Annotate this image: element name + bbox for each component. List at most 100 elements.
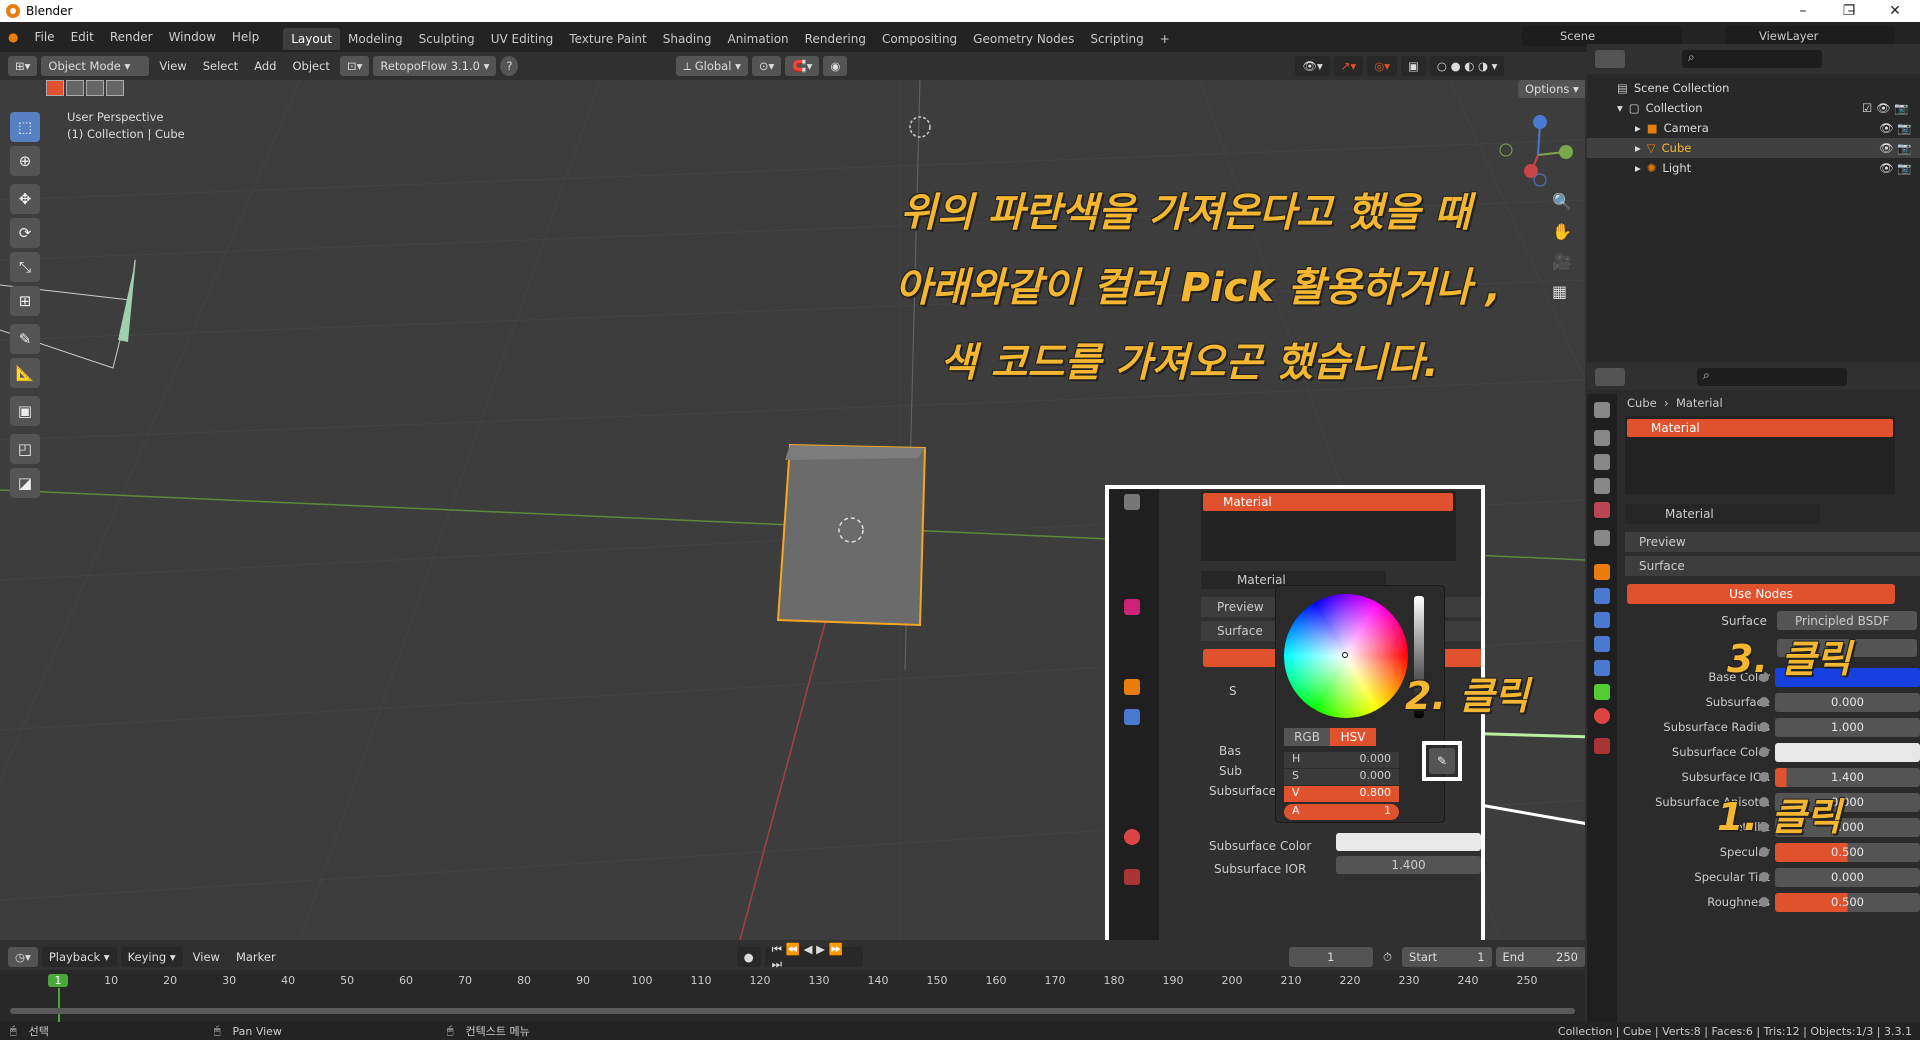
menu-view[interactable]: View bbox=[153, 59, 192, 73]
record-button[interactable]: ● bbox=[736, 947, 761, 967]
outliner-item-camera[interactable]: ▸ ■ Camera 👁 📷 bbox=[1587, 118, 1920, 138]
h-field[interactable]: H 0.000 bbox=[1284, 752, 1399, 768]
current-frame-field[interactable]: 1 bbox=[1288, 947, 1374, 967]
v-field[interactable]: V 0.800 bbox=[1284, 786, 1399, 802]
material-slot[interactable]: Material bbox=[1627, 419, 1893, 437]
timeline-editor-type[interactable]: ◷▾ bbox=[8, 947, 38, 967]
tab-rendering[interactable]: Rendering bbox=[797, 28, 874, 50]
playback-menu[interactable]: Playback ▾ bbox=[41, 947, 117, 967]
outliner-editor-type[interactable] bbox=[1595, 50, 1625, 68]
timeline-marker-menu[interactable]: Marker bbox=[230, 950, 282, 964]
outliner-scene-collection[interactable]: ▤ Scene Collection bbox=[1587, 78, 1920, 98]
property-field[interactable]: 1.000 bbox=[1775, 717, 1920, 737]
orientation-dropdown[interactable]: ⟂ Global ▾ bbox=[676, 56, 748, 76]
tab-uv-editing[interactable]: UV Editing bbox=[483, 28, 562, 50]
rotate-tool[interactable]: ⟳ bbox=[10, 218, 40, 248]
tab-scripting[interactable]: Scripting bbox=[1082, 28, 1151, 50]
world-tab-icon[interactable] bbox=[1594, 530, 1610, 546]
inset-material-slot[interactable]: Material bbox=[1203, 493, 1453, 511]
retopo-tool-2[interactable]: ◪ bbox=[10, 468, 40, 498]
socket-dot-icon[interactable] bbox=[1759, 772, 1769, 782]
blender-menu-icon[interactable]: ● bbox=[0, 22, 26, 52]
use-nodes-button[interactable]: Use Nodes bbox=[1627, 584, 1895, 604]
playback-controls[interactable]: ⏮ ⏪ ◀ ▶ ⏩ ⏭ bbox=[764, 942, 864, 971]
data-tab-icon[interactable] bbox=[1594, 684, 1610, 700]
tab-shading[interactable]: Shading bbox=[655, 28, 720, 50]
color-wheel[interactable] bbox=[1284, 594, 1408, 718]
transform-icon[interactable]: ⊡▾ bbox=[339, 56, 370, 76]
tab-layout[interactable]: Layout bbox=[283, 28, 341, 50]
tab-geometry-nodes[interactable]: Geometry Nodes bbox=[965, 28, 1082, 50]
ortho-grid-icon[interactable]: ▦ bbox=[1552, 282, 1567, 301]
mode-dropdown[interactable]: Object Mode ▾ bbox=[41, 56, 150, 76]
socket-dot-icon[interactable] bbox=[1759, 847, 1769, 857]
zoom-icon[interactable]: 🔍 bbox=[1552, 192, 1572, 211]
props-editor-type[interactable] bbox=[1595, 368, 1625, 386]
outliner-item-light[interactable]: ▸ ✺ Light 👁 📷 bbox=[1587, 158, 1920, 178]
minimize-button-2[interactable]: – bbox=[1780, 0, 1826, 22]
xray-icon[interactable]: ▣ bbox=[1401, 56, 1426, 76]
tab-compositing[interactable]: Compositing bbox=[874, 28, 965, 50]
view-layer-tab-icon[interactable] bbox=[1594, 478, 1610, 494]
outliner-item-cube[interactable]: ▸ ▽ Cube 👁 📷 bbox=[1587, 138, 1920, 158]
modifier-tab-icon[interactable] bbox=[1594, 588, 1610, 604]
maximize-button[interactable]: ❐ bbox=[1826, 0, 1872, 22]
physics-tab-icon[interactable] bbox=[1594, 636, 1610, 652]
retopo-tool-1[interactable]: ◰ bbox=[10, 434, 40, 464]
add-cube-tool[interactable]: ▣ bbox=[10, 396, 40, 426]
menu-select[interactable]: Select bbox=[197, 59, 244, 73]
measure-tool[interactable]: 📐 bbox=[10, 358, 40, 388]
tab-sculpting[interactable]: Sculpting bbox=[411, 28, 483, 50]
output-tab-icon[interactable] bbox=[1594, 454, 1610, 470]
menu-render[interactable]: Render bbox=[102, 22, 161, 52]
surface-panel-header[interactable]: Surface bbox=[1625, 556, 1920, 576]
gizmo-icon[interactable]: ↗▾ bbox=[1333, 56, 1364, 76]
menu-window[interactable]: Window bbox=[161, 22, 224, 52]
render-tab-icon[interactable] bbox=[1594, 430, 1610, 446]
cursor-tool[interactable]: ⊕ bbox=[10, 146, 40, 176]
shading-modes[interactable]: ○ ● ◐ ◑ ▾ bbox=[1429, 56, 1505, 76]
timeline-scrollbar[interactable] bbox=[10, 1008, 1575, 1014]
inset-subsurface-ior-field[interactable]: 1.400 bbox=[1336, 856, 1481, 874]
menu-file[interactable]: File bbox=[26, 22, 62, 52]
outliner-collection[interactable]: ▾ ▢ Collection ☑ 👁 📷 bbox=[1587, 98, 1920, 118]
keying-menu[interactable]: Keying ▾ bbox=[120, 947, 183, 967]
tab-modeling[interactable]: Modeling bbox=[340, 28, 411, 50]
end-frame-field[interactable]: End 250 bbox=[1495, 947, 1585, 967]
constraints-tab-icon[interactable] bbox=[1594, 660, 1610, 676]
tab-texture-paint[interactable]: Texture Paint bbox=[561, 28, 654, 50]
socket-dot-icon[interactable] bbox=[1759, 697, 1769, 707]
overlay-icon[interactable]: ◎▾ bbox=[1367, 56, 1398, 76]
timeline-view-menu[interactable]: View bbox=[187, 950, 226, 964]
options-button[interactable]: Options ▾ bbox=[1518, 80, 1585, 98]
socket-dot-icon[interactable] bbox=[1759, 747, 1769, 757]
proportional-icon[interactable]: ◉ bbox=[823, 56, 848, 76]
camera-view-icon[interactable]: 🎥 bbox=[1552, 252, 1572, 271]
visibility-icon[interactable]: 👁▾ bbox=[1295, 56, 1330, 76]
clock-icon[interactable]: ⏱ bbox=[1377, 950, 1398, 965]
add-workspace-icon[interactable]: + bbox=[1152, 28, 1178, 50]
pivot-icon[interactable]: ⊙▾ bbox=[751, 56, 782, 76]
socket-dot-icon[interactable] bbox=[1759, 872, 1769, 882]
collection-visibility-icons[interactable]: ☑ 👁 📷 bbox=[1862, 101, 1909, 115]
editor-type-button[interactable]: ⊞▾ bbox=[8, 56, 38, 76]
property-field[interactable] bbox=[1775, 742, 1920, 762]
preview-panel-header[interactable]: Preview bbox=[1625, 532, 1920, 552]
menu-help[interactable]: Help bbox=[224, 22, 267, 52]
view-layer-selector[interactable]: ViewLayer bbox=[1725, 26, 1895, 46]
menu-object[interactable]: Object bbox=[286, 59, 335, 73]
select-mode-icons[interactable] bbox=[46, 80, 142, 100]
menu-edit[interactable]: Edit bbox=[63, 22, 102, 52]
scene-tab-icon[interactable] bbox=[1594, 502, 1610, 518]
material-tab-icon[interactable] bbox=[1594, 708, 1610, 724]
tool-tab-icon[interactable] bbox=[1594, 402, 1610, 418]
pan-hand-icon[interactable]: ✋ bbox=[1552, 222, 1572, 241]
outliner-search-input[interactable]: ⌕ bbox=[1682, 50, 1822, 68]
tab-hsv[interactable]: HSV bbox=[1330, 728, 1376, 746]
help-icon[interactable]: ? bbox=[500, 56, 519, 76]
property-field[interactable]: 0.000 bbox=[1775, 692, 1920, 712]
socket-dot-icon[interactable] bbox=[1759, 897, 1769, 907]
tab-animation[interactable]: Animation bbox=[719, 28, 796, 50]
menu-add[interactable]: Add bbox=[248, 59, 282, 73]
close-button[interactable]: ✕ bbox=[1872, 0, 1918, 22]
